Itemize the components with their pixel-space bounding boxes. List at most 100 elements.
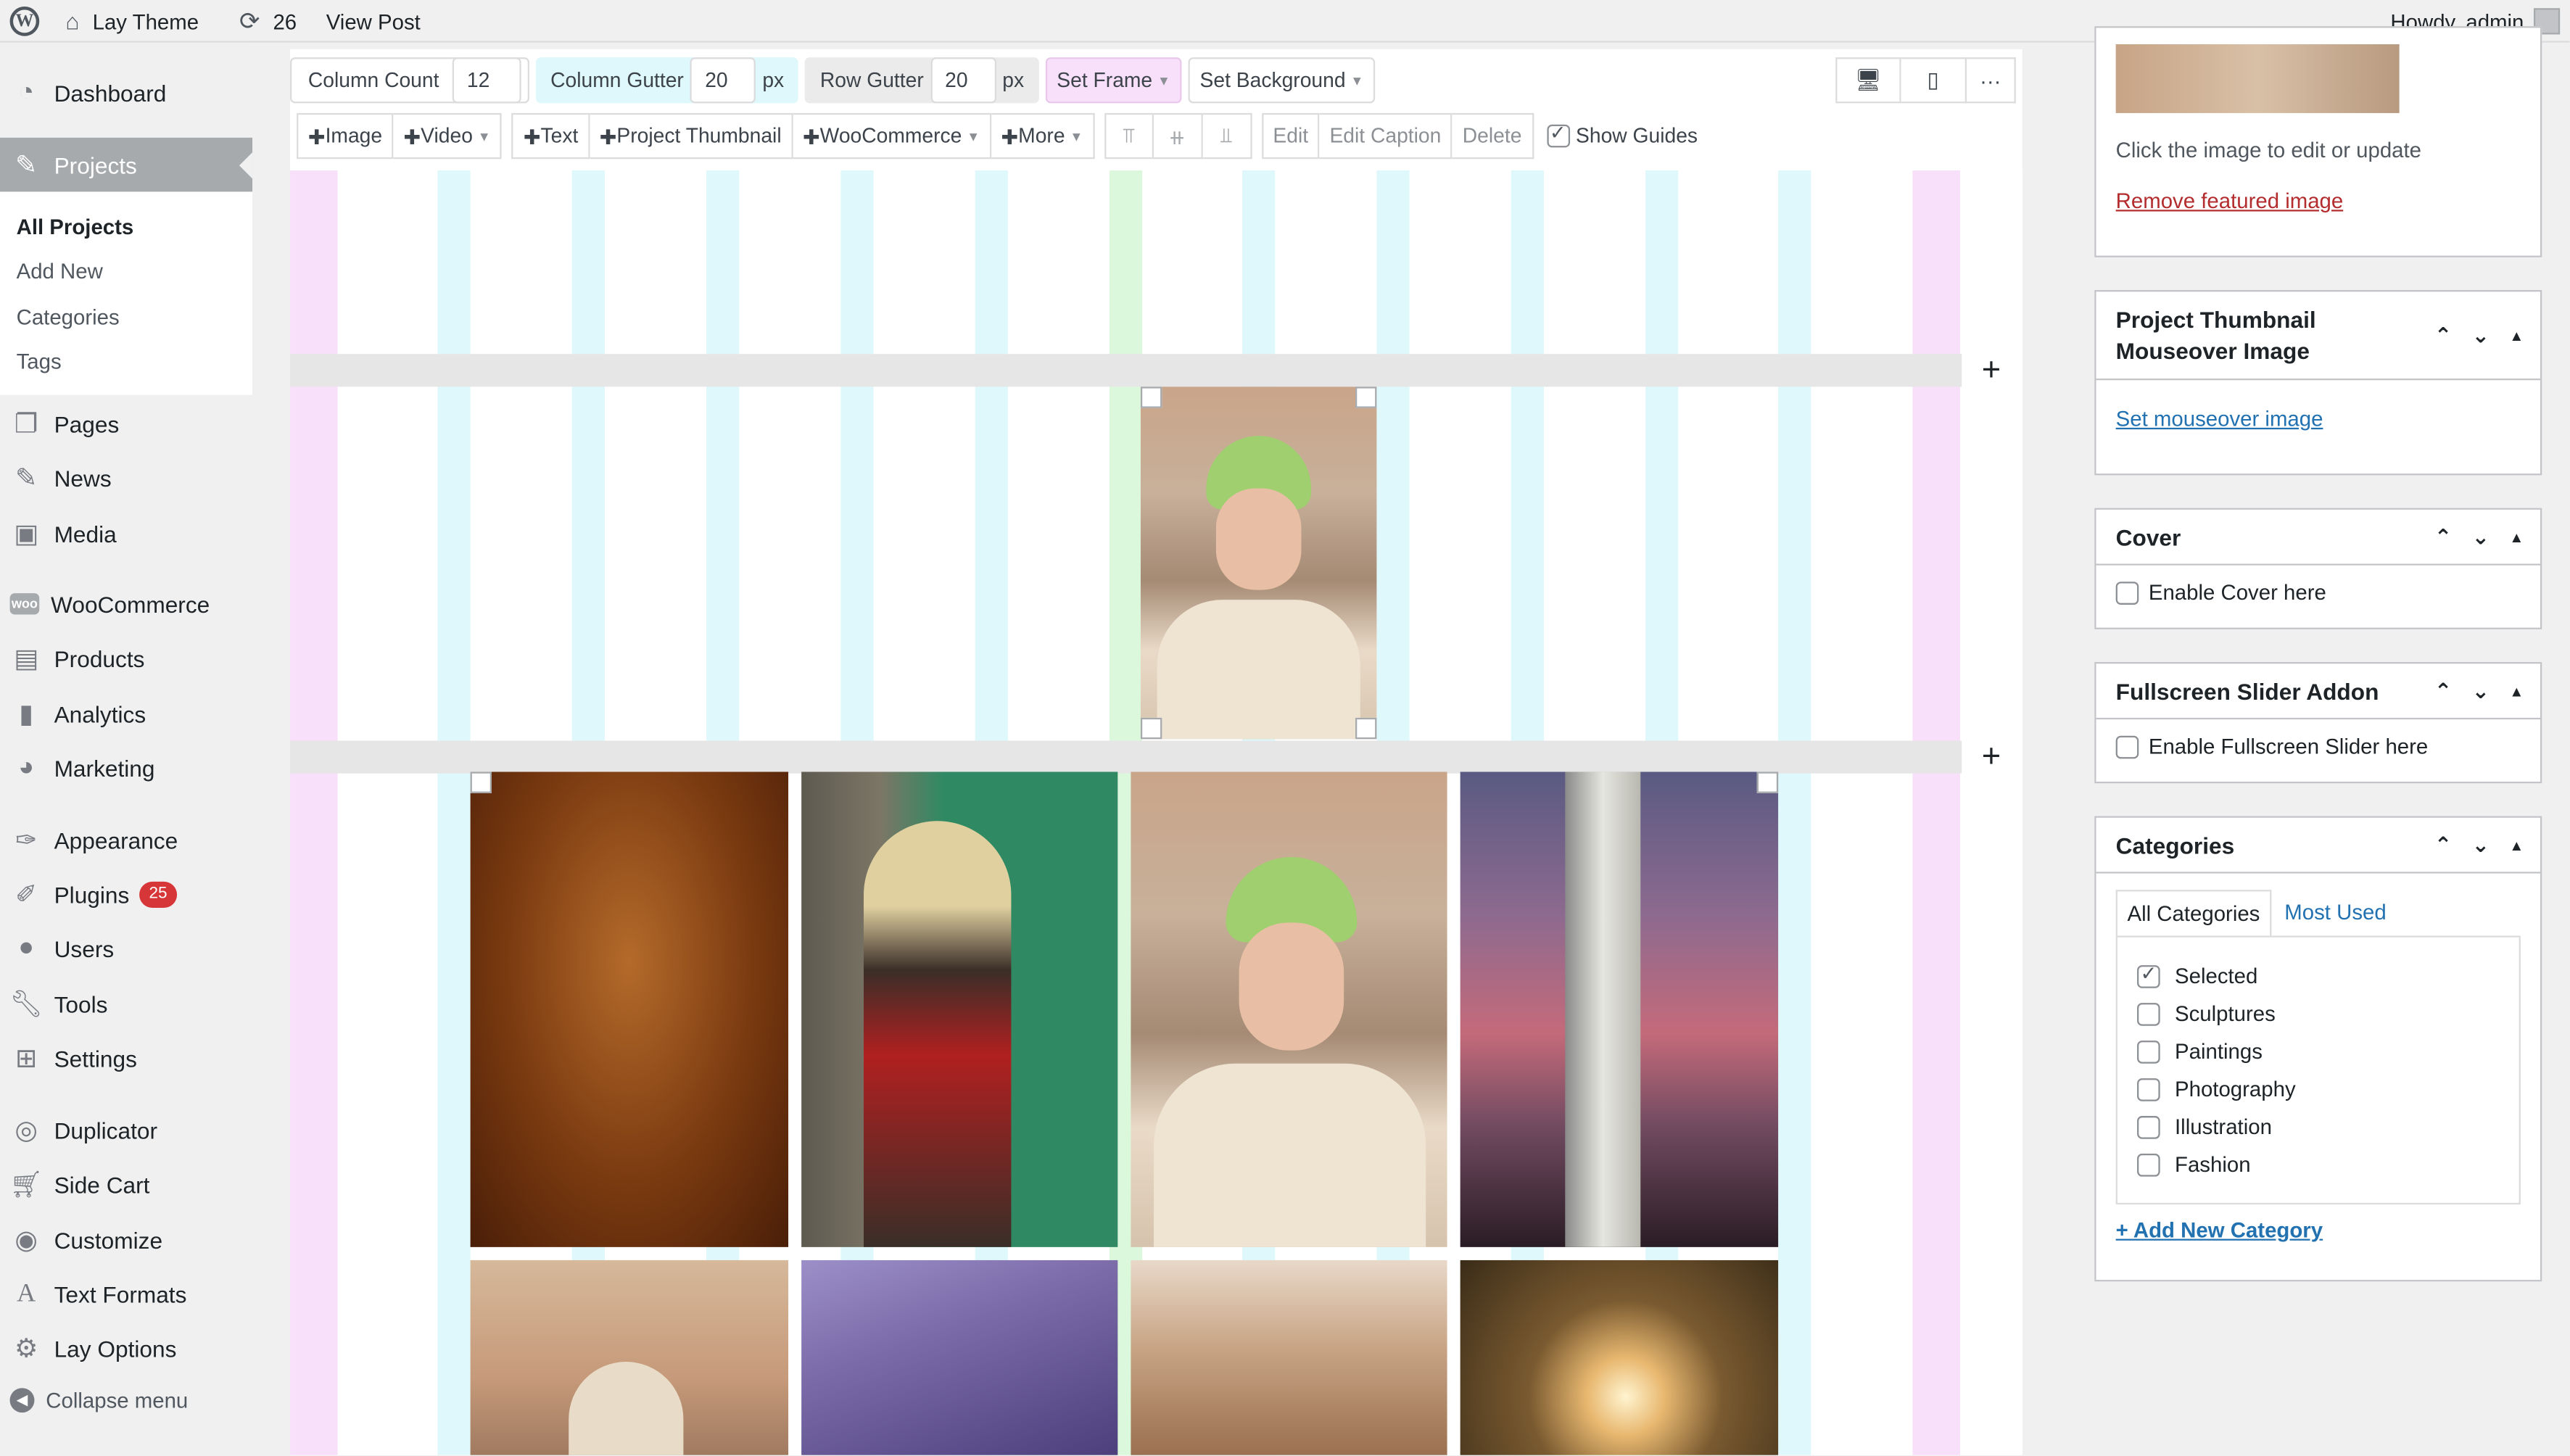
category-checkbox[interactable]: [2137, 961, 2160, 988]
add-woocommerce-button[interactable]: ✚ WooCommerce ▼: [793, 112, 991, 160]
menu-woocommerce[interactable]: woo WooCommerce: [0, 577, 252, 632]
enable-slider-checkbox[interactable]: [2115, 735, 2139, 758]
add-text-button[interactable]: ✚ Text: [512, 112, 590, 160]
category-item[interactable]: Fashion: [2137, 1152, 2251, 1177]
add-image-button[interactable]: ✚ Image: [297, 112, 394, 160]
menu-media[interactable]: ▣ Media: [0, 506, 252, 561]
menu-appearance[interactable]: ✑ Appearance: [0, 813, 252, 867]
resize-handle[interactable]: [1756, 772, 1779, 793]
more-options-button[interactable]: ···: [1967, 57, 2016, 104]
move-down-icon[interactable]: ⌄: [2471, 832, 2490, 858]
edit-button[interactable]: Edit: [1261, 112, 1320, 160]
collapse-toggle-icon[interactable]: ▲: [2509, 327, 2524, 344]
submenu-tags[interactable]: Tags: [17, 349, 62, 373]
submenu-all-projects[interactable]: All Projects: [17, 215, 134, 239]
move-down-icon[interactable]: ⌄: [2471, 322, 2490, 348]
project-image[interactable]: [1140, 386, 1377, 740]
categories-box-header[interactable]: Categories ⌃ ⌄ ▲: [2096, 818, 2540, 874]
menu-analytics[interactable]: ▮ Analytics: [0, 687, 252, 741]
column-gutter-input[interactable]: [690, 57, 756, 104]
menu-projects[interactable]: ✎ Projects: [0, 137, 253, 192]
menu-dashboard[interactable]: ◔ Dashboard: [0, 65, 252, 120]
project-image[interactable]: [1460, 1259, 1779, 1455]
phone-view-button[interactable]: ▯: [1901, 57, 1967, 104]
move-up-icon[interactable]: ⌃: [2434, 832, 2453, 858]
menu-pages[interactable]: ❐ Pages: [0, 397, 252, 451]
add-more-button[interactable]: ✚ More ▼: [991, 112, 1095, 160]
move-up-icon[interactable]: ⌃: [2434, 678, 2453, 704]
menu-users[interactable]: ● Users: [0, 921, 252, 975]
category-item[interactable]: Illustration: [2137, 1114, 2272, 1139]
add-row-button[interactable]: +: [1967, 346, 2016, 395]
align-middle-button[interactable]: ⧺: [1153, 112, 1203, 160]
edit-caption-button[interactable]: Edit Caption: [1319, 112, 1453, 160]
add-project-thumbnail-button[interactable]: ✚ Project Thumbnail: [590, 112, 793, 160]
updates-link[interactable]: ⟳ 26: [239, 0, 297, 43]
collapse-toggle-icon[interactable]: ▲: [2509, 837, 2524, 853]
fullscreen-slider-box-header[interactable]: Fullscreen Slider Addon ⌃ ⌄ ▲: [2096, 663, 2540, 720]
move-down-icon[interactable]: ⌄: [2471, 678, 2490, 704]
align-bottom-button[interactable]: ⫫: [1202, 112, 1252, 160]
cover-box-header[interactable]: Cover ⌃ ⌄ ▲: [2096, 510, 2540, 566]
set-mouseover-image-link[interactable]: Set mouseover image: [2116, 406, 2323, 431]
category-checkbox[interactable]: [2137, 1001, 2160, 1025]
menu-lay-options[interactable]: ⚙ Lay Options: [0, 1321, 252, 1376]
project-image[interactable]: [801, 1259, 1118, 1455]
category-checkbox[interactable]: [2137, 1039, 2160, 1063]
resize-handle[interactable]: [1355, 386, 1377, 408]
show-guides-checkbox[interactable]: [1546, 121, 1569, 148]
resize-handle[interactable]: [1140, 717, 1162, 740]
set-background-button[interactable]: Set Background ▼: [1188, 57, 1376, 104]
category-item[interactable]: Paintings: [2137, 1039, 2263, 1064]
category-item[interactable]: Photography: [2137, 1077, 2296, 1101]
add-row-button[interactable]: +: [1967, 732, 2016, 782]
add-video-button[interactable]: ✚ Video ▼: [393, 112, 503, 160]
project-image[interactable]: [470, 772, 789, 1247]
category-item[interactable]: Selected: [2137, 961, 2257, 988]
align-top-button[interactable]: ⫪: [1104, 112, 1154, 160]
category-checkbox[interactable]: [2137, 1114, 2160, 1138]
resize-handle[interactable]: [470, 772, 492, 793]
enable-cover-checkbox[interactable]: [2115, 581, 2139, 604]
move-up-icon[interactable]: ⌃: [2434, 322, 2453, 348]
set-frame-button[interactable]: Set Frame ▼: [1045, 57, 1182, 104]
project-image[interactable]: [1131, 772, 1447, 1247]
enable-slider-option[interactable]: Enable Fullscreen Slider here: [2115, 734, 2428, 758]
tab-most-used[interactable]: Most Used: [2271, 890, 2400, 935]
wordpress-logo-icon[interactable]: W: [9, 0, 40, 43]
remove-featured-image-link[interactable]: Remove featured image: [2116, 189, 2344, 213]
collapse-menu-button[interactable]: ◀ Collapse menu: [0, 1373, 252, 1428]
resize-handle[interactable]: [1355, 717, 1377, 740]
category-item[interactable]: Sculptures: [2137, 1001, 2276, 1026]
view-post-link[interactable]: View Post: [326, 0, 421, 43]
submenu-categories[interactable]: Categories: [17, 305, 120, 329]
menu-duplicator[interactable]: ◎ Duplicator: [0, 1103, 252, 1157]
menu-marketing[interactable]: ◕ Marketing: [0, 741, 252, 795]
move-up-icon[interactable]: ⌃: [2434, 524, 2453, 550]
move-down-icon[interactable]: ⌄: [2471, 524, 2490, 550]
mouseover-box-header[interactable]: Project Thumbnail Mouseover Image ⌃ ⌄ ▲: [2096, 291, 2540, 381]
add-new-category-link[interactable]: + Add New Category: [2116, 1217, 2323, 1242]
enable-cover-option[interactable]: Enable Cover here: [2115, 580, 2326, 605]
row-gutter-input[interactable]: [930, 57, 996, 104]
project-image[interactable]: [801, 772, 1118, 1247]
column-count-input[interactable]: [452, 57, 521, 104]
desktop-view-button[interactable]: 🖥︎: [1835, 57, 1901, 104]
delete-button[interactable]: Delete: [1453, 112, 1534, 160]
category-checkbox[interactable]: [2137, 1152, 2160, 1176]
menu-news[interactable]: ✎ News: [0, 451, 252, 505]
menu-tools[interactable]: 🔧︎ Tools: [0, 977, 252, 1031]
site-name-link[interactable]: ⌂ Lay Theme: [65, 0, 199, 43]
project-image[interactable]: [1460, 772, 1779, 1247]
resize-handle[interactable]: [1140, 386, 1162, 408]
project-image[interactable]: [1131, 1259, 1447, 1455]
menu-plugins[interactable]: ✐ Plugins 25: [0, 867, 252, 922]
menu-text-formats[interactable]: A Text Formats: [0, 1267, 252, 1321]
show-guides-toggle[interactable]: Show Guides: [1546, 121, 1698, 148]
category-checkbox[interactable]: [2137, 1077, 2160, 1101]
featured-image-thumbnail[interactable]: [2115, 44, 2400, 113]
menu-customize[interactable]: ◉ Customize: [0, 1212, 252, 1267]
collapse-toggle-icon[interactable]: ▲: [2509, 682, 2524, 699]
menu-settings[interactable]: ⊞ Settings: [0, 1031, 252, 1085]
menu-products[interactable]: ▤ Products: [0, 631, 252, 685]
